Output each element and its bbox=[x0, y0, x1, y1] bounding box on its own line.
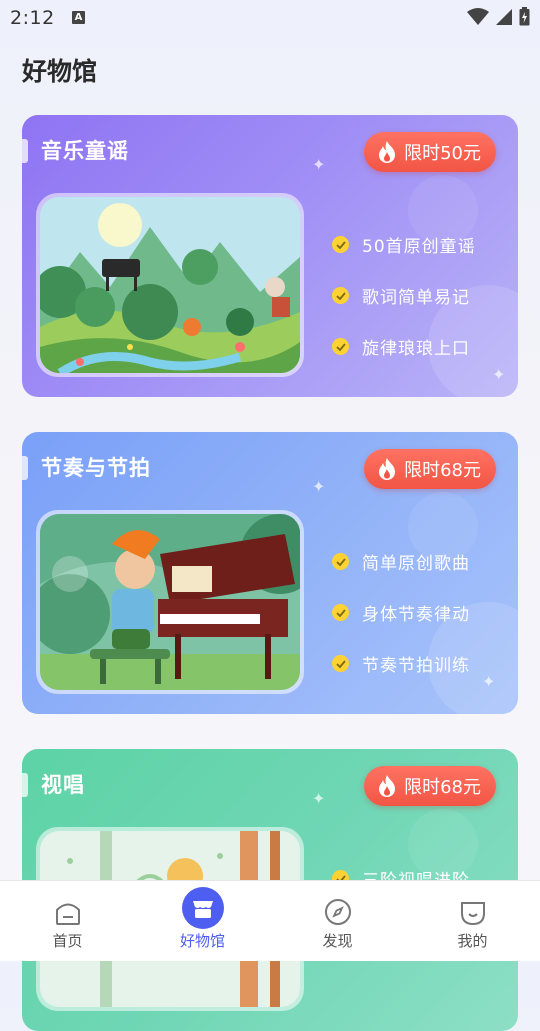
feature-item: 歌词简单易记 bbox=[332, 270, 476, 321]
bottom-nav: 首页 好物馆 发现 我的 bbox=[0, 880, 540, 961]
thumbnail-forest-piano-illustration bbox=[40, 197, 300, 373]
thumbnail-frame bbox=[36, 510, 304, 694]
shop-icon bbox=[181, 887, 224, 929]
fire-icon bbox=[379, 458, 396, 480]
sparkle-icon: ✦ bbox=[312, 789, 326, 808]
feature-item: 旋律琅琅上口 bbox=[332, 321, 476, 372]
sparkle-icon: ✦ bbox=[492, 365, 506, 384]
title-accent-bar bbox=[22, 456, 28, 480]
price-label: 限时50元 bbox=[404, 143, 481, 164]
feature-item: 身体节奏律动 bbox=[332, 587, 470, 638]
card-title: 节奏与节拍 bbox=[41, 456, 151, 480]
nav-label: 好物馆 bbox=[179, 932, 225, 950]
feature-text: 身体节奏律动 bbox=[362, 605, 470, 625]
notification-a-icon: A bbox=[72, 11, 85, 24]
feature-text: 歌词简单易记 bbox=[362, 288, 470, 308]
nav-item-shop[interactable]: 好物馆 bbox=[135, 881, 270, 961]
thumbnail-elf-piano-illustration bbox=[40, 514, 300, 690]
wifi-icon bbox=[467, 7, 489, 25]
check-icon bbox=[332, 655, 349, 672]
feature-text: 旋律琅琅上口 bbox=[362, 339, 470, 359]
check-icon bbox=[332, 604, 349, 621]
card-title: 视唱 bbox=[41, 773, 85, 797]
sparkle-icon: ✦ bbox=[312, 477, 326, 496]
check-icon bbox=[332, 287, 349, 304]
page-title: 好物馆 bbox=[22, 57, 98, 86]
status-time: 2:12 bbox=[10, 7, 55, 29]
feature-text: 简单原创歌曲 bbox=[362, 554, 470, 574]
nav-item-discover[interactable]: 发现 bbox=[270, 881, 405, 961]
product-card-music-rhymes[interactable]: ✦ ✦ 音乐童谣 限时50元 50首原创童谣 歌词简单易记 旋律琅琅上口 bbox=[22, 115, 518, 397]
compass-icon bbox=[324, 899, 351, 925]
nav-item-profile[interactable]: 我的 bbox=[405, 881, 540, 961]
feature-item: 50首原创童谣 bbox=[332, 219, 476, 270]
sparkle-icon: ✦ bbox=[482, 672, 496, 691]
feature-item: 节奏节拍训练 bbox=[332, 638, 470, 689]
home-icon bbox=[55, 903, 80, 925]
price-label: 限时68元 bbox=[404, 460, 481, 481]
price-tag[interactable]: 限时50元 bbox=[364, 132, 496, 172]
price-label: 限时68元 bbox=[404, 777, 481, 798]
nav-item-home[interactable]: 首页 bbox=[0, 881, 135, 961]
profile-icon bbox=[460, 902, 485, 926]
thumbnail-frame bbox=[36, 193, 304, 377]
fire-icon bbox=[379, 141, 396, 163]
check-icon bbox=[332, 553, 349, 570]
fire-icon bbox=[379, 775, 396, 797]
battery-icon bbox=[519, 7, 530, 26]
check-icon bbox=[332, 338, 349, 355]
check-icon bbox=[332, 236, 349, 253]
nav-label: 发现 bbox=[322, 932, 353, 950]
card-title: 音乐童谣 bbox=[41, 139, 129, 163]
product-card-rhythm-beat[interactable]: ✦ ✦ 节奏与节拍 限时68元 简单原创歌曲 身体节奏律动 节奏节拍训练 bbox=[22, 432, 518, 714]
title-accent-bar bbox=[22, 773, 28, 797]
feature-list: 简单原创歌曲 身体节奏律动 节奏节拍训练 bbox=[332, 536, 470, 689]
price-tag[interactable]: 限时68元 bbox=[364, 766, 496, 806]
title-accent-bar bbox=[22, 139, 28, 163]
price-tag[interactable]: 限时68元 bbox=[364, 449, 496, 489]
status-bar: 2:12 A bbox=[0, 0, 540, 36]
feature-text: 50首原创童谣 bbox=[362, 237, 476, 257]
sparkle-icon: ✦ bbox=[312, 155, 326, 174]
nav-label: 我的 bbox=[457, 932, 488, 950]
signal-icon bbox=[496, 8, 512, 25]
status-indicators bbox=[467, 7, 530, 26]
feature-list: 50首原创童谣 歌词简单易记 旋律琅琅上口 bbox=[332, 219, 476, 372]
nav-label: 首页 bbox=[52, 932, 83, 950]
feature-text: 节奏节拍训练 bbox=[362, 656, 470, 676]
feature-item: 简单原创歌曲 bbox=[332, 536, 470, 587]
